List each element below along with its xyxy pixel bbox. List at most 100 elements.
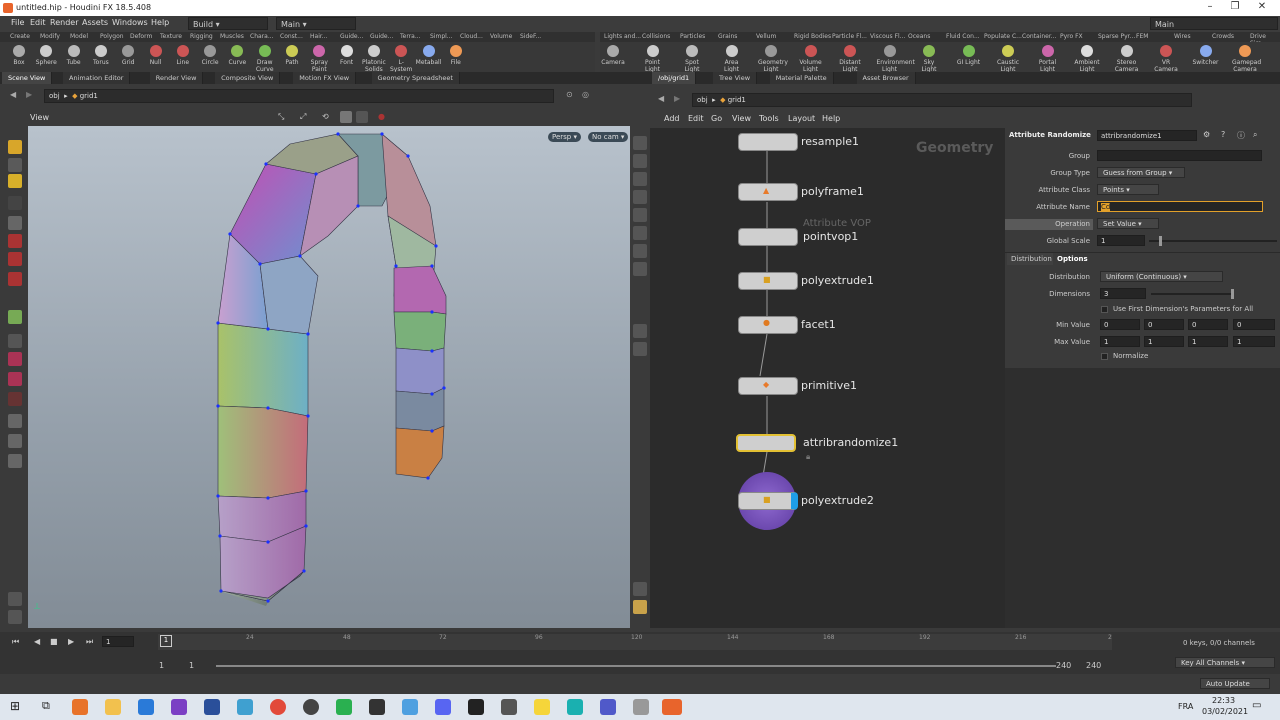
translate-icon[interactable]: [8, 234, 22, 248]
dimensions-slider[interactable]: [1151, 289, 1234, 299]
calculator-icon[interactable]: [138, 699, 154, 715]
shelf-tab-left-17[interactable]: SideF...: [520, 33, 541, 40]
brush-tool-icon[interactable]: [8, 174, 22, 188]
clock-date[interactable]: 03/02/2021: [1202, 707, 1248, 716]
snapshot-icon[interactable]: [633, 324, 647, 338]
windows-start-icon[interactable]: ⊞: [10, 699, 20, 713]
min-value-0[interactable]: 0: [1100, 319, 1140, 330]
forward-arrow-icon[interactable]: ▶: [26, 90, 32, 99]
path-field-right[interactable]: obj ▸ ◆ grid1: [692, 93, 1192, 107]
shelf-tab-left-10[interactable]: Hair...: [310, 33, 328, 40]
pane-tab-left-1[interactable]: Animation Editor: [63, 72, 131, 84]
shelf-tool-right-15[interactable]: Switcher: [1193, 44, 1219, 66]
attribute-class-select[interactable]: Points ▾: [1097, 184, 1159, 195]
handles-icon[interactable]: [8, 334, 22, 348]
shelf-tool-right-16[interactable]: Gamepad Camera: [1232, 44, 1261, 73]
shelf-tool-right-8[interactable]: Sky Light: [916, 44, 942, 73]
visibility-icon[interactable]: [8, 592, 22, 606]
snap-grid-icon[interactable]: [8, 372, 22, 386]
pose-icon[interactable]: [8, 310, 22, 324]
back-arrow-icon[interactable]: ◀: [658, 94, 664, 103]
wireframe-icon[interactable]: [633, 154, 647, 168]
net-menu-add[interactable]: Add: [664, 114, 680, 123]
minimize-button[interactable]: –: [1200, 1, 1220, 15]
shelf-tab-left-13[interactable]: Terra...: [400, 33, 421, 40]
points-icon[interactable]: [633, 226, 647, 240]
sound-icon[interactable]: [8, 610, 22, 624]
close-button[interactable]: ✕: [1252, 1, 1272, 15]
clock-time[interactable]: 22:33: [1212, 696, 1235, 705]
node-attribrandomize1[interactable]: [736, 434, 796, 452]
shelf-tool-right-3[interactable]: Area Light: [719, 44, 745, 73]
range-slider[interactable]: [216, 665, 1056, 667]
shelf-tab-left-8[interactable]: Chara...: [250, 33, 274, 40]
shelf-tab-left-14[interactable]: Simpl...: [430, 33, 453, 40]
shelf-tool-left-1[interactable]: Sphere: [33, 44, 59, 66]
shelf-tool-right-2[interactable]: Spot Light: [679, 44, 705, 73]
camera-tool-icon[interactable]: [8, 454, 22, 468]
shelf-tool-right-12[interactable]: Ambient Light: [1074, 44, 1100, 73]
shelf-tab-left-4[interactable]: Deform: [130, 33, 152, 40]
shelf-tool-left-2[interactable]: Tube: [61, 44, 87, 66]
shelf-tab-right-3[interactable]: Grains: [718, 33, 737, 40]
shelf-tab-right-7[interactable]: Viscous Fl...: [870, 33, 905, 40]
shelf-tool-left-7[interactable]: Circle: [197, 44, 223, 66]
magnet-snap-icon[interactable]: [8, 392, 22, 406]
obs-icon[interactable]: [369, 699, 385, 715]
camera-menu[interactable]: No cam ▾: [588, 132, 629, 142]
group-field[interactable]: [1097, 150, 1262, 161]
min-value-3[interactable]: 0: [1233, 319, 1275, 330]
notes-icon[interactable]: [237, 699, 253, 715]
end-frame-2[interactable]: 240: [1086, 661, 1101, 670]
shelf-tab-right-15[interactable]: Wires: [1174, 33, 1191, 40]
stop-icon[interactable]: ■: [50, 637, 58, 646]
persp-menu[interactable]: Persp ▾: [548, 132, 581, 142]
image-viewer-icon[interactable]: [633, 699, 649, 715]
global-scale-slider[interactable]: [1149, 236, 1277, 246]
shelf-tab-right-14[interactable]: FEM: [1136, 33, 1148, 40]
start-frame-2[interactable]: 1: [189, 661, 194, 670]
end-frame[interactable]: 240: [1056, 661, 1071, 670]
path-field-left[interactable]: obj ▸ ◆ grid1: [44, 89, 554, 103]
auto-update-select[interactable]: Auto Update: [1200, 678, 1270, 689]
menu-assets[interactable]: Assets: [82, 18, 108, 27]
gear-icon[interactable]: ⚙: [1203, 130, 1210, 139]
play-back-icon[interactable]: ◀: [34, 637, 40, 646]
max-value-3[interactable]: 1: [1233, 336, 1275, 347]
shelf-tool-left-14[interactable]: L-System: [388, 44, 414, 73]
shelf-tab-right-16[interactable]: Crowds: [1212, 33, 1234, 40]
transform-tool-icon[interactable]: ⟲: [322, 112, 329, 121]
xbox-icon[interactable]: [336, 699, 352, 715]
file-explorer-icon[interactable]: [105, 699, 121, 715]
shelf-tab-left-7[interactable]: Muscles: [220, 33, 244, 40]
menu-edit[interactable]: Edit: [30, 18, 46, 27]
pointer-icon[interactable]: [8, 196, 22, 210]
node-primitive1[interactable]: ◆: [738, 377, 798, 395]
pane-tab-left-3[interactable]: Composite View: [215, 72, 281, 84]
tab-distribution[interactable]: Distribution: [1007, 253, 1056, 265]
display-option-icon[interactable]: [633, 136, 647, 150]
shelf-tool-right-1[interactable]: Point Light: [640, 44, 666, 73]
search-icon[interactable]: ⌕: [1253, 130, 1257, 140]
view-tool-icon[interactable]: [8, 158, 22, 172]
shelf-tab-left-16[interactable]: Volume: [490, 33, 512, 40]
shelf-tab-left-1[interactable]: Modify: [40, 33, 60, 40]
shelf-tab-left-15[interactable]: Cloud...: [460, 33, 483, 40]
max-value-2[interactable]: 1: [1188, 336, 1228, 347]
shelf-tab-right-12[interactable]: Pyro FX: [1060, 33, 1083, 40]
min-value-2[interactable]: 0: [1188, 319, 1228, 330]
shelf-tool-right-7[interactable]: Environment Light: [877, 44, 915, 73]
pane-tab-right-3[interactable]: Asset Browser: [856, 72, 916, 84]
shelf-tab-right-8[interactable]: Oceans: [908, 33, 930, 40]
dimensions-field[interactable]: 3: [1100, 288, 1146, 299]
shelf-tool-right-5[interactable]: Volume Light: [798, 44, 824, 73]
shelf-tool-left-5[interactable]: Null: [143, 44, 169, 66]
node-polyextrude1[interactable]: ■: [738, 272, 798, 290]
shelf-tool-left-9[interactable]: Draw Curve: [252, 44, 278, 73]
network-editor[interactable]: Geometry resample1 ▲ polyframe1 Attribut…: [650, 128, 1005, 628]
shelf-tab-right-9[interactable]: Fluid Con...: [946, 33, 980, 40]
pane-tab-left-5[interactable]: Geometry Spreadsheet: [371, 72, 460, 84]
frame-field[interactable]: 1: [102, 636, 134, 647]
back-arrow-icon[interactable]: ◀: [10, 90, 16, 99]
viewport-3d[interactable]: Persp ▾ No cam ▾ ⟂: [28, 126, 630, 628]
